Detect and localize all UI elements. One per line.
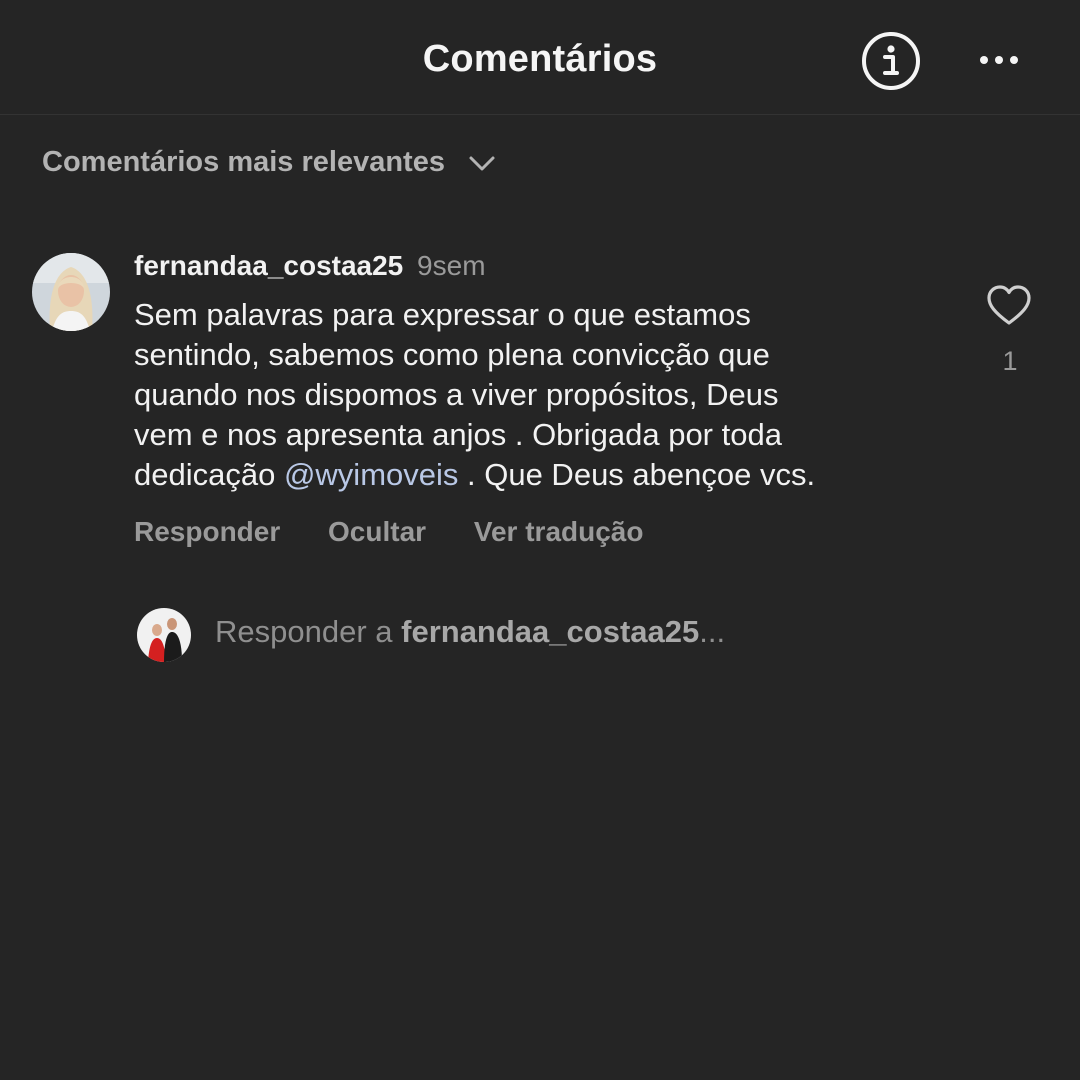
my-avatar <box>137 608 191 662</box>
comment-text: Sem palavras para expressar o que estamo… <box>134 295 954 495</box>
avatar-photo <box>137 608 191 662</box>
heart-outline-icon <box>987 285 1031 325</box>
hide-button[interactable]: Ocultar <box>328 516 426 547</box>
comment-timestamp: 9sem <box>417 250 486 281</box>
comment-line: vem e nos apresenta anjos . Obrigada por… <box>134 417 782 452</box>
info-button[interactable] <box>860 30 922 92</box>
reply-prefix: Responder a <box>215 614 402 649</box>
reply-ellipsis: ... <box>699 614 726 649</box>
info-circle-icon <box>862 32 920 90</box>
header: Comentários <box>0 0 1080 115</box>
reply-username: fernandaa_costaa25 <box>401 614 700 649</box>
comments-screen: Comentários Comentários mais relevantes <box>0 0 1080 1080</box>
comment-line-last: dedicação @wyimoveis . Que Deus abençoe … <box>134 455 954 495</box>
sort-label: Comentários mais relevantes <box>42 146 445 178</box>
more-options-button[interactable] <box>972 40 1026 80</box>
commenter-avatar[interactable] <box>32 253 110 331</box>
avatar-photo <box>32 253 110 331</box>
comment-text-fragment: dedicação <box>134 457 284 492</box>
comment-text-fragment: . Que Deus abençoe vcs. <box>458 457 816 492</box>
comment-line: Sem palavras para expressar o que estamo… <box>134 297 751 332</box>
mention-link[interactable]: @wyimoveis <box>284 457 458 492</box>
like-count: 1 <box>1002 346 1018 376</box>
comment-line: sentindo, sabemos como plena convicção q… <box>134 337 770 372</box>
comment-line: quando nos dispomos a viver propósitos, … <box>134 377 779 412</box>
translate-button[interactable]: Ver tradução <box>474 516 644 547</box>
comment-username[interactable]: fernandaa_costaa25 <box>134 250 403 281</box>
chevron-down-icon <box>469 156 495 170</box>
reply-input[interactable]: Responder a fernandaa_costaa25... <box>215 614 725 650</box>
comment-actions: Responder Ocultar Ver tradução <box>134 516 683 548</box>
reply-button[interactable]: Responder <box>134 516 280 547</box>
more-horizontal-icon <box>980 56 1018 64</box>
comment-header: fernandaa_costaa25 9sem <box>134 250 486 282</box>
sort-selector[interactable]: Comentários mais relevantes <box>42 146 497 179</box>
like-button[interactable] <box>986 284 1032 328</box>
